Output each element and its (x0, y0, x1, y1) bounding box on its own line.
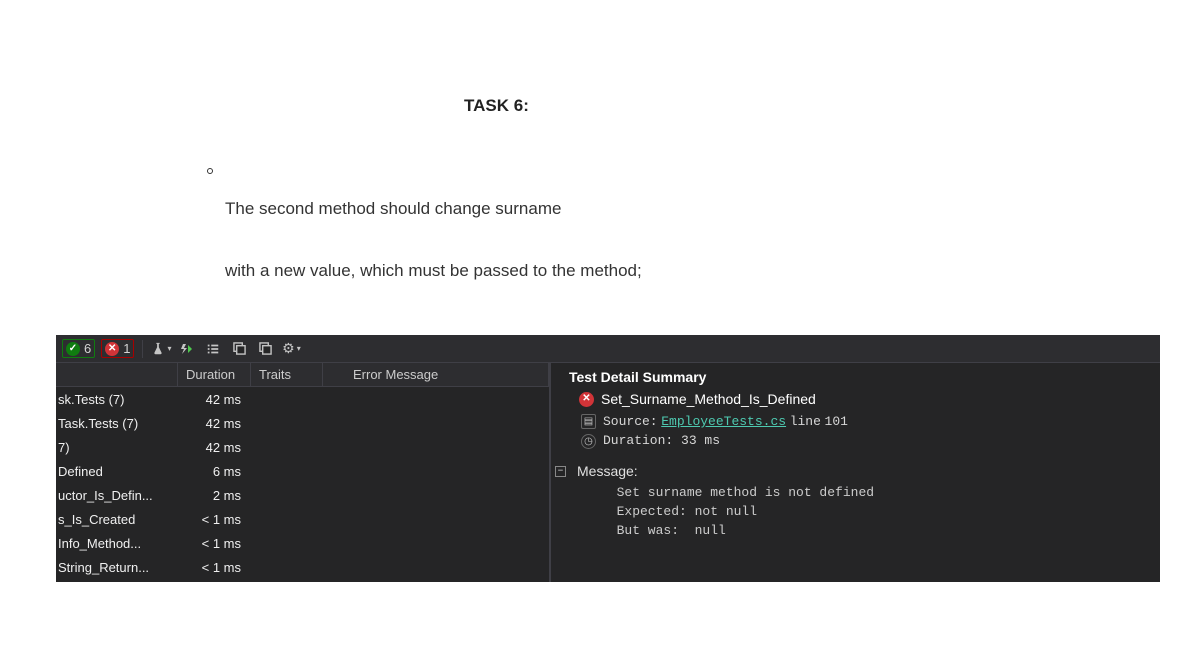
bullet-line-2: with a new value, which must be passed t… (225, 261, 642, 280)
test-list-pane: Duration Traits Error Message sk.Tests (… (56, 363, 551, 582)
layout-button-1[interactable] (229, 339, 249, 359)
fail-icon: ✕ (579, 392, 594, 407)
detail-message-header: − Message: (569, 451, 1160, 483)
table-row[interactable]: sk.Tests (7) 42 ms (56, 387, 549, 411)
window-icon (259, 342, 272, 355)
test-duration-cell: < 1 ms (178, 512, 251, 527)
test-name-cell: String_Return... (56, 560, 178, 575)
table-row[interactable]: String_Return... < 1 ms (56, 555, 549, 579)
bullet-line-1: The second method should change surname (225, 199, 561, 218)
column-traits[interactable]: Traits (251, 363, 323, 386)
detail-message-body: Set surname method is not defined Expect… (569, 483, 1160, 540)
test-rows: sk.Tests (7) 42 ms Task.Tests (7) 42 ms … (56, 387, 549, 579)
detail-test-name: Set_Surname_Method_Is_Defined (601, 391, 816, 407)
detail-test-title: ✕ Set_Surname_Method_Is_Defined (569, 391, 1160, 411)
clock-icon: ◷ (581, 434, 596, 449)
gear-icon: ⚙ (282, 340, 295, 357)
col-spacer (56, 363, 178, 386)
column-error-message[interactable]: Error Message (323, 363, 549, 386)
test-list-header: Duration Traits Error Message (56, 363, 549, 387)
test-name-cell: s_Is_Created (56, 512, 178, 527)
collapse-toggle[interactable]: − (555, 466, 566, 477)
run-tests-button[interactable] (177, 339, 197, 359)
settings-button[interactable]: ⚙ (281, 339, 301, 359)
test-duration-cell: 2 ms (178, 488, 251, 503)
flask-icon (151, 342, 165, 356)
table-row[interactable]: s_Is_Created < 1 ms (56, 507, 549, 531)
duration-label: Duration: (603, 433, 673, 448)
task-bullet: The second method should change surname … (207, 162, 642, 286)
test-name-cell: Info_Method... (56, 536, 178, 551)
check-icon: ✓ (66, 342, 80, 356)
test-body: Duration Traits Error Message sk.Tests (… (56, 363, 1160, 582)
column-duration[interactable]: Duration (178, 363, 251, 386)
detail-source-row: ▤ Source: EmployeeTests.cs line 101 (569, 411, 1160, 431)
list-icon (206, 342, 220, 356)
test-duration-cell: 42 ms (178, 416, 251, 431)
test-duration-cell: 6 ms (178, 464, 251, 479)
x-icon: ✕ (105, 342, 119, 356)
table-row[interactable]: Info_Method... < 1 ms (56, 531, 549, 555)
detail-heading: Test Detail Summary (569, 367, 1160, 391)
test-name-cell: Defined (56, 464, 178, 479)
duration-value: 33 ms (681, 433, 720, 448)
table-row[interactable]: uctor_Is_Defin... 2 ms (56, 483, 549, 507)
passed-count: 6 (84, 341, 91, 356)
bullet-marker-icon (207, 168, 213, 174)
table-row[interactable]: Defined 6 ms (56, 459, 549, 483)
source-line-number: 101 (825, 414, 848, 429)
test-duration-cell: < 1 ms (178, 560, 251, 575)
task-bullet-text: The second method should change surname … (225, 162, 642, 286)
source-line-label: line (790, 414, 821, 429)
test-name-cell: 7) (56, 440, 178, 455)
table-row[interactable]: Task.Tests (7) 42 ms (56, 411, 549, 435)
test-duration-cell: 42 ms (178, 392, 251, 407)
task-heading: TASK 6: (464, 96, 529, 116)
test-toolbar: ✓ 6 ✕ 1 (56, 335, 1160, 363)
detail-duration-row: ◷ Duration: 33 ms (569, 431, 1160, 451)
test-detail-pane: Test Detail Summary ✕ Set_Surname_Method… (551, 363, 1160, 582)
toolbar-separator (142, 340, 143, 358)
passed-tests-chip[interactable]: ✓ 6 (62, 339, 95, 358)
table-row[interactable]: 7) 42 ms (56, 435, 549, 459)
source-file-link[interactable]: EmployeeTests.cs (661, 414, 786, 429)
test-explorer-panel: ✓ 6 ✕ 1 (56, 335, 1160, 582)
source-label: Source: (603, 414, 658, 429)
play-lightning-icon (181, 343, 193, 355)
document-area: TASK 6: The second method should change … (0, 0, 1186, 335)
test-name-cell: sk.Tests (7) (56, 392, 178, 407)
failed-tests-chip[interactable]: ✕ 1 (101, 339, 134, 358)
playlist-button[interactable] (203, 339, 223, 359)
test-name-cell: Task.Tests (7) (56, 416, 178, 431)
test-name-cell: uctor_Is_Defin... (56, 488, 178, 503)
layout-button-2[interactable] (255, 339, 275, 359)
run-settings-button[interactable] (151, 339, 171, 359)
test-duration-cell: 42 ms (178, 440, 251, 455)
failed-count: 1 (123, 341, 130, 356)
window-icon (233, 342, 246, 355)
message-label: Message: (577, 463, 638, 479)
document-icon: ▤ (581, 414, 596, 429)
test-duration-cell: < 1 ms (178, 536, 251, 551)
